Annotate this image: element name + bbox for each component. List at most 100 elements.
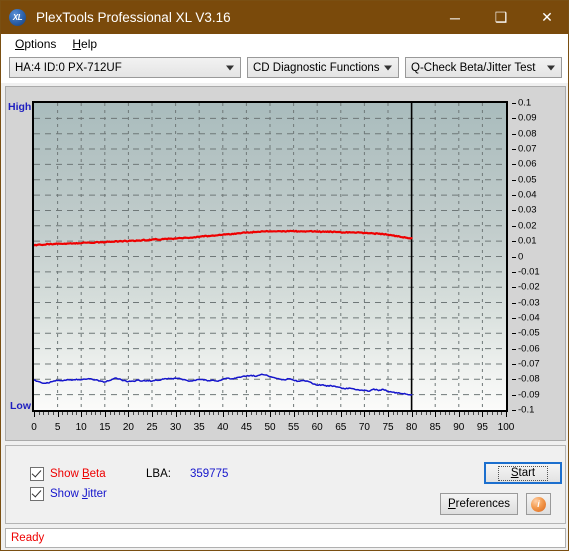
x-tick-label: 5 xyxy=(54,422,61,433)
test-select[interactable]: Q-Check Beta/Jitter Test xyxy=(405,57,562,78)
x-tick-mark xyxy=(435,412,437,417)
y-tick-mark xyxy=(512,133,516,135)
x-tick-mark xyxy=(430,412,432,415)
x-tick-mark xyxy=(76,412,78,415)
x-tick-mark xyxy=(397,412,399,415)
x-tick-mark xyxy=(213,412,215,415)
y-tick-label: 0.07 xyxy=(518,143,537,155)
y-tick-mark xyxy=(512,333,516,335)
x-tick-mark xyxy=(378,412,380,415)
y-tick-mark xyxy=(512,379,516,381)
x-tick-mark xyxy=(336,412,338,415)
maximize-button[interactable]: ❑ xyxy=(478,1,524,34)
x-tick-mark xyxy=(463,412,465,415)
x-tick-label: 30 xyxy=(170,422,182,433)
y-axis: 0.1 0.09 0.08 0.07 0.06 0.05 0.04 0.03 0.02 0.01 0… xyxy=(512,97,562,417)
y-tick-label: 0.01 xyxy=(518,235,537,247)
x-tick-mark xyxy=(369,412,371,415)
x-tick-label: 70 xyxy=(358,422,370,433)
y-tick-label: -0.06 xyxy=(518,343,540,355)
y-tick-mark xyxy=(512,195,516,197)
x-tick-label: 10 xyxy=(75,422,87,433)
x-tick-mark xyxy=(185,412,187,415)
drive-select[interactable]: HA:4 ID:0 PX-712UF xyxy=(9,57,241,78)
menu-item-options-label: ptions xyxy=(24,36,57,51)
x-tick-mark xyxy=(170,412,172,415)
x-tick-mark xyxy=(236,412,238,415)
x-tick-mark xyxy=(354,412,356,415)
y-tick-mark xyxy=(512,394,516,396)
x-tick-mark xyxy=(359,412,361,415)
x-tick-mark xyxy=(421,412,423,415)
x-tick-label: 50 xyxy=(264,422,276,433)
start-button-label: Start xyxy=(497,465,549,481)
info-icon: i xyxy=(531,496,546,512)
x-tick-label: 90 xyxy=(453,422,465,433)
x-tick-mark xyxy=(222,412,224,417)
start-button[interactable]: Start xyxy=(484,462,562,484)
checkbox-indicator[interactable] xyxy=(30,487,44,501)
x-tick-label: 0 xyxy=(31,422,37,433)
x-tick-mark xyxy=(246,412,248,417)
x-tick-mark xyxy=(218,412,220,415)
x-tick-mark xyxy=(416,412,418,415)
info-button[interactable]: i xyxy=(526,493,551,515)
show-beta-checkbox[interactable]: Show Beta xyxy=(30,467,106,481)
x-tick-mark xyxy=(303,412,305,415)
x-tick-mark xyxy=(161,412,163,415)
x-tick-mark xyxy=(199,412,201,417)
title-bar: XL PlexTools Professional XL V3.16 ─ ❑ ✕ xyxy=(1,1,568,34)
y-tick-label: 0.02 xyxy=(518,220,537,232)
menu-item-options[interactable]: Options xyxy=(7,36,64,52)
y-tick-label: 0.08 xyxy=(518,128,537,140)
x-tick-mark xyxy=(43,412,45,415)
x-tick-mark xyxy=(189,412,191,415)
x-tick-label: 100 xyxy=(497,422,515,433)
y-tick-label: -0.02 xyxy=(518,281,540,293)
x-tick-mark xyxy=(326,412,328,415)
y-tick-label: -0.08 xyxy=(518,373,540,385)
y-tick-mark xyxy=(512,287,516,289)
checkbox-indicator[interactable] xyxy=(30,467,44,481)
minimize-button[interactable]: ─ xyxy=(432,1,478,34)
x-tick-mark xyxy=(90,412,92,415)
x-tick-mark xyxy=(52,412,54,415)
status-text: Ready xyxy=(11,532,45,544)
x-tick-mark xyxy=(425,412,427,415)
x-tick-label: 55 xyxy=(288,422,300,433)
x-tick-mark xyxy=(147,412,149,415)
x-tick-mark xyxy=(175,412,177,417)
x-tick-mark xyxy=(444,412,446,415)
x-tick-label: 85 xyxy=(429,422,441,433)
x-tick-mark xyxy=(203,412,205,415)
x-tick-mark xyxy=(62,412,64,415)
preferences-button[interactable]: Preferences xyxy=(440,493,518,515)
y-tick-mark xyxy=(512,164,516,166)
x-tick-mark xyxy=(114,412,116,415)
x-tick-mark xyxy=(180,412,182,415)
show-jitter-checkbox[interactable]: Show Jitter xyxy=(30,487,107,501)
x-tick-mark xyxy=(265,412,267,415)
x-tick-mark xyxy=(241,412,243,415)
x-tick-mark xyxy=(506,412,507,417)
x-tick-mark xyxy=(383,412,385,415)
function-select[interactable]: CD Diagnostic Functions xyxy=(247,57,399,78)
x-tick-mark xyxy=(85,412,87,415)
x-tick-mark xyxy=(81,412,83,417)
chevron-down-icon xyxy=(226,65,234,70)
y-tick-mark xyxy=(512,348,516,350)
close-button[interactable]: ✕ xyxy=(524,1,568,34)
x-tick-mark xyxy=(284,412,286,415)
y-tick-mark xyxy=(512,241,516,243)
x-tick-mark xyxy=(128,412,130,417)
x-tick-mark xyxy=(340,412,342,417)
window-buttons: ─ ❑ ✕ xyxy=(432,1,568,34)
x-tick-label: 65 xyxy=(335,422,347,433)
y-tick-mark xyxy=(512,179,516,181)
x-tick-mark xyxy=(411,412,413,417)
x-axis: 0 5 10 15 20 25 30 35 40 45 50 55 60 65 70 75 80 85 90 95 10… xyxy=(31,412,515,438)
menu-item-help[interactable]: Help xyxy=(64,36,105,52)
x-tick-mark xyxy=(496,412,498,415)
x-tick-mark xyxy=(491,412,493,415)
x-tick-mark xyxy=(468,412,470,415)
